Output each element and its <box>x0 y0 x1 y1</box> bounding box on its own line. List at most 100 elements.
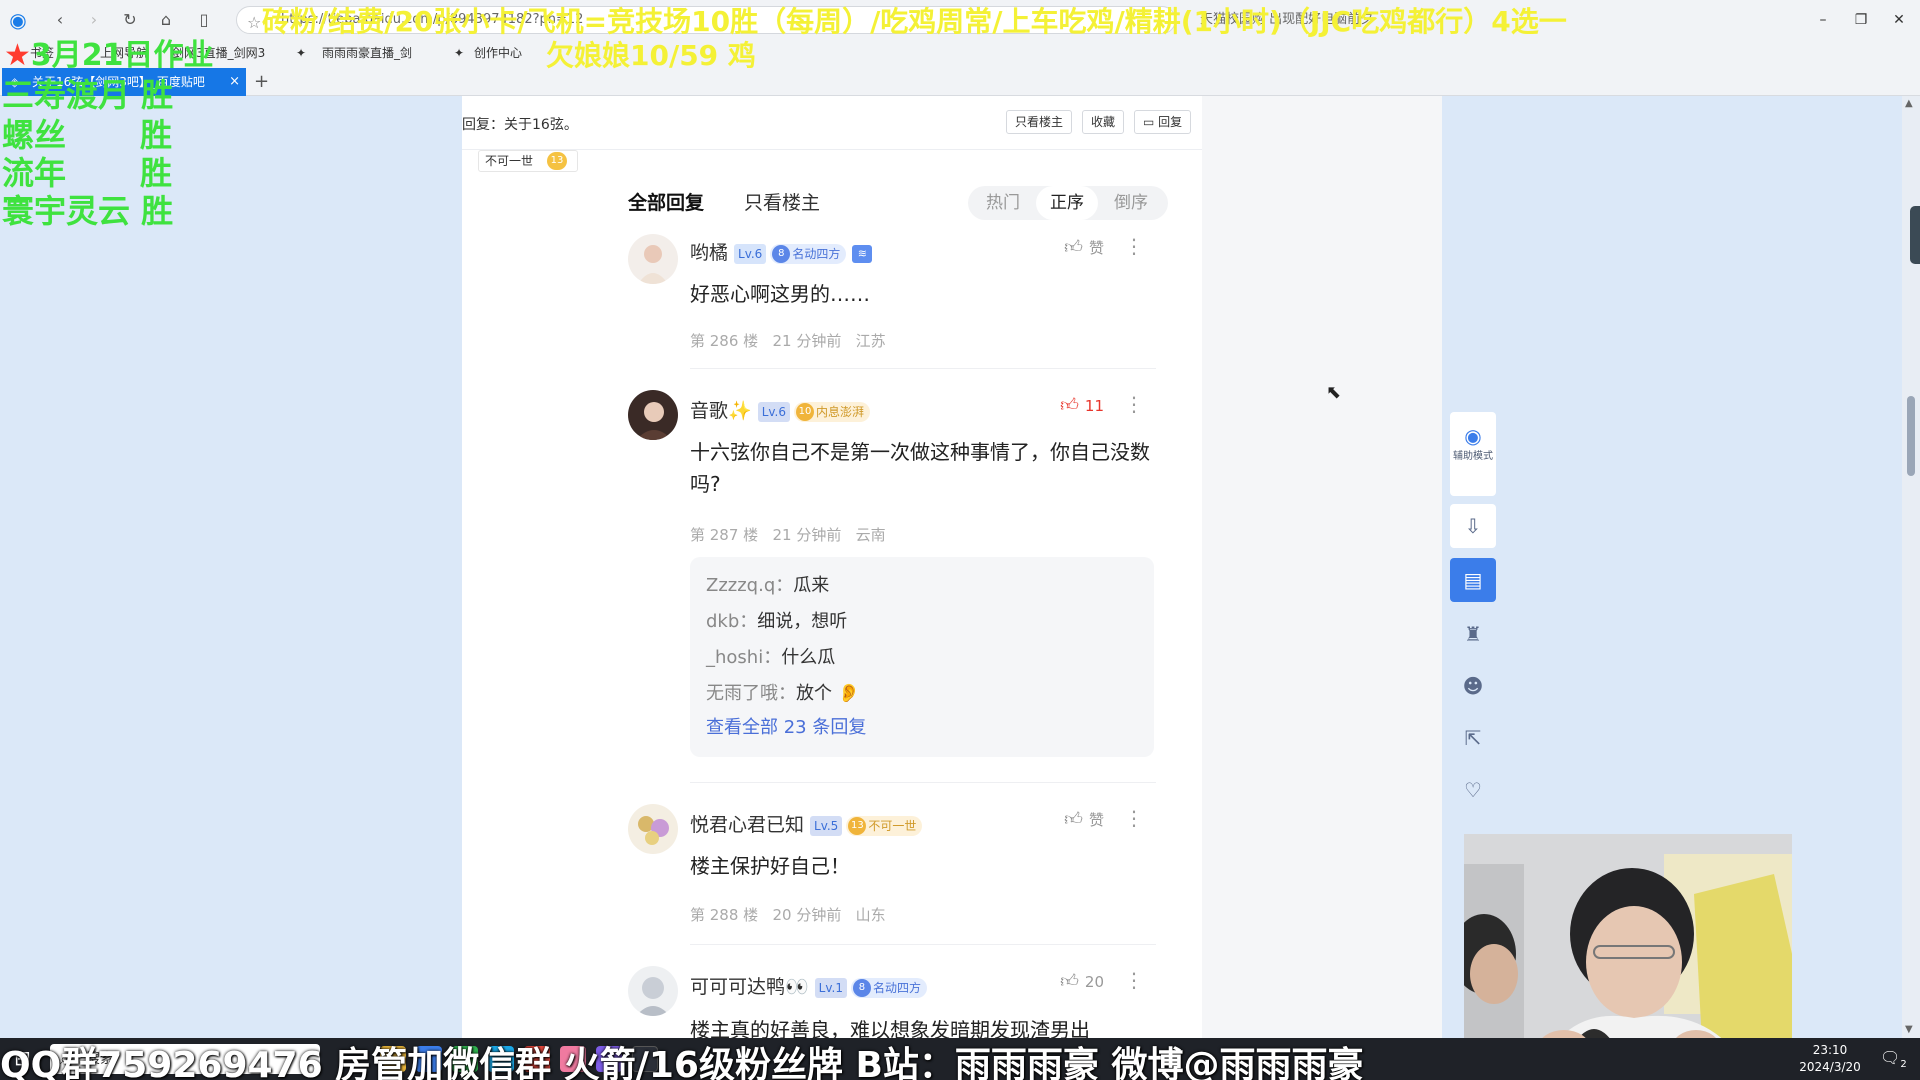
sub-reply[interactable]: Zzzzq.q：瓜来 <box>706 571 829 597</box>
tab-all-replies[interactable]: 全部回复 <box>628 186 704 220</box>
tab-close-icon[interactable]: × <box>229 68 240 96</box>
home-icon[interactable]: ⌂ <box>154 8 178 32</box>
like-count: 赞 <box>1088 239 1104 257</box>
comment-panel-button[interactable]: ▤ <box>1450 558 1496 602</box>
favorite-button[interactable]: 收藏 <box>1082 110 1125 134</box>
more-options-icon[interactable]: ⋮ <box>1124 392 1144 416</box>
download-icon: ⇩ <box>1464 514 1482 538</box>
close-window-icon[interactable]: ✕ <box>1884 8 1914 32</box>
badge-number: 10 <box>796 402 814 421</box>
thumbs-up-filled-icon: 👍︎ <box>1060 395 1079 416</box>
sub-reply[interactable]: _hoshi：什么瓜 <box>706 643 835 669</box>
view-all-replies-link[interactable]: 查看全部 23 条回复 <box>706 713 866 739</box>
bookmarks-bar: 书签 上网导航 剑网3直播_剑网3 ✦ 雨雨雨豪直播_剑 ✦ 创作中心 <box>0 40 1920 66</box>
sub-reply-sep: ： <box>775 575 794 596</box>
sub-replies: Zzzzq.q：瓜来 dkb：细说，想听 _hoshi：什么瓜 无雨了哦：放个 … <box>690 557 1154 757</box>
avatar[interactable] <box>628 966 678 1016</box>
share-icon: ⇱ <box>1464 726 1482 750</box>
assist-mode-label: 辅助模式 <box>1453 451 1493 462</box>
reply-button-label: 回复 <box>1158 115 1183 129</box>
like-count: 赞 <box>1088 811 1104 829</box>
comment-288: 悦君心君已知 Lv.5 13 不可一世 👍︎ 赞 ⋮ 楼主保护好自己！ 第 288 楼 … <box>628 804 1156 934</box>
hat-button[interactable]: ♜ <box>1450 612 1496 656</box>
notification-icon[interactable]: 🗨︎2 <box>1880 1048 1907 1070</box>
more-options-icon[interactable]: ⋮ <box>1124 806 1144 830</box>
sub-reply-text: 瓜来 <box>793 575 830 596</box>
member-icon: ≋ <box>852 244 873 263</box>
more-options-icon[interactable]: ⋮ <box>1124 968 1144 992</box>
sub-reply-user[interactable]: _hoshi <box>706 647 763 668</box>
forward-icon[interactable]: › <box>82 8 106 32</box>
sub-reply-sep: ： <box>763 647 782 668</box>
badge-number: 13 <box>848 816 867 835</box>
reply-button[interactable]: ▭ 回复 <box>1134 110 1192 134</box>
comment-author: 悦君心君已知 Lv.5 13 不可一世 <box>690 810 923 837</box>
reply-title: 回复：关于16弦。 <box>462 117 578 133</box>
comment-divider <box>690 782 1156 783</box>
sub-reply-user[interactable]: Zzzzq.q <box>706 575 775 596</box>
bookmark-item[interactable]: 创作中心 <box>474 40 522 66</box>
like-post-button[interactable]: ♡ <box>1450 768 1496 812</box>
sort-hot[interactable]: 热门 <box>972 186 1034 220</box>
like-button[interactable]: 👍︎ 赞 <box>1064 236 1104 258</box>
sub-reply[interactable]: 无雨了哦：放个 👂 <box>706 679 860 705</box>
share-button[interactable]: ⇱ <box>1450 716 1496 760</box>
like-button[interactable]: 👍︎ 20 <box>1060 970 1104 992</box>
bookmark-star-icon[interactable]: ☆ <box>247 10 261 33</box>
sub-reply[interactable]: dkb：细说，想听 <box>706 607 847 633</box>
taskbar-clock[interactable]: 23:10 2024/3/20 <box>1790 1042 1870 1076</box>
thumbs-up-icon: 👍︎ <box>1064 237 1083 258</box>
user-chip[interactable]: 不可一世 13 <box>478 150 578 172</box>
avatar[interactable] <box>628 804 678 854</box>
comment-author: 可可可达鸭👀 Lv.1 8 名动四方 <box>690 972 927 999</box>
more-options-icon[interactable]: ⋮ <box>1124 234 1144 258</box>
sub-reply-user[interactable]: 无雨了哦 <box>706 683 778 704</box>
sub-reply-sep: ： <box>739 611 758 632</box>
sort-ascending[interactable]: 正序 <box>1036 186 1098 220</box>
scroll-thumb[interactable] <box>1907 396 1915 476</box>
author-name[interactable]: 哟橘 <box>690 242 728 264</box>
hat-icon: ♜ <box>1464 622 1482 646</box>
sub-reply-user[interactable]: dkb <box>706 611 739 632</box>
restore-icon[interactable]: ❐ <box>1846 8 1876 32</box>
minimize-icon[interactable]: – <box>1808 8 1838 32</box>
tab-bar: ◈ 关于16弦【剑网3吧】_百度贴吧 × + <box>0 68 1920 96</box>
author-name[interactable]: 悦君心君已知 <box>690 814 804 836</box>
author-name[interactable]: 音歌 <box>690 400 728 422</box>
badge-label: 名动四方 <box>792 246 841 261</box>
reading-mode-icon[interactable]: ▯ <box>192 8 216 32</box>
level-badge: Lv.1 <box>814 977 847 998</box>
heart-icon: ♡ <box>1464 778 1482 802</box>
reply-header: 回复：关于16弦。 只看楼主 收藏 ▭ 回复 <box>462 96 1202 150</box>
sort-descending[interactable]: 倒序 <box>1100 186 1162 220</box>
comment-text: 楼主保护好自己！ <box>690 854 850 878</box>
scroll-up-icon[interactable]: ▲ <box>1905 98 1913 109</box>
comment-289: 可可可达鸭👀 Lv.1 8 名动四方 👍︎ 20 ⋮ 楼主真的好善良，难以想象发暗期发现… <box>628 966 1156 1038</box>
schedule-title-text: 3月21日作业 <box>30 38 214 73</box>
reply-icon: ▭ <box>1143 115 1159 129</box>
mascot-button[interactable]: ☻ <box>1450 664 1496 708</box>
avatar[interactable] <box>628 390 678 440</box>
new-tab-button[interactable]: + <box>254 68 269 96</box>
like-count: 11 <box>1084 397 1104 415</box>
scroll-down-icon[interactable]: ▼ <box>1905 1024 1913 1035</box>
thumbs-up-icon: 👍︎ <box>1064 809 1083 830</box>
author-name[interactable]: 可可可达鸭👀 <box>690 976 809 998</box>
badge-number: 8 <box>772 244 791 263</box>
like-button[interactable]: 👍︎ 11 <box>1060 394 1104 416</box>
download-app-button[interactable]: ⇩ <box>1450 504 1496 548</box>
comment-divider <box>690 944 1156 945</box>
back-icon[interactable]: ‹ <box>48 8 72 32</box>
only-op-button[interactable]: 只看楼主 <box>1006 110 1073 134</box>
assist-mode-button[interactable]: ◉ 辅助模式 <box>1450 412 1496 496</box>
browser-logo-icon[interactable]: ◉ <box>6 8 30 32</box>
like-button[interactable]: 👍︎ 赞 <box>1064 808 1104 830</box>
bookmark-item[interactable]: 雨雨雨豪直播_剑 <box>322 40 412 66</box>
post-time: 21 分钟前 <box>772 332 842 350</box>
title-badge: 10 内息澎湃 <box>794 401 871 422</box>
edge-handle[interactable] <box>1910 206 1920 264</box>
tab-only-op[interactable]: 只看楼主 <box>744 186 820 220</box>
avatar[interactable] <box>628 234 678 284</box>
reload-icon[interactable]: ↻ <box>118 8 142 32</box>
sub-reply-text: 细说，想听 <box>757 611 848 632</box>
